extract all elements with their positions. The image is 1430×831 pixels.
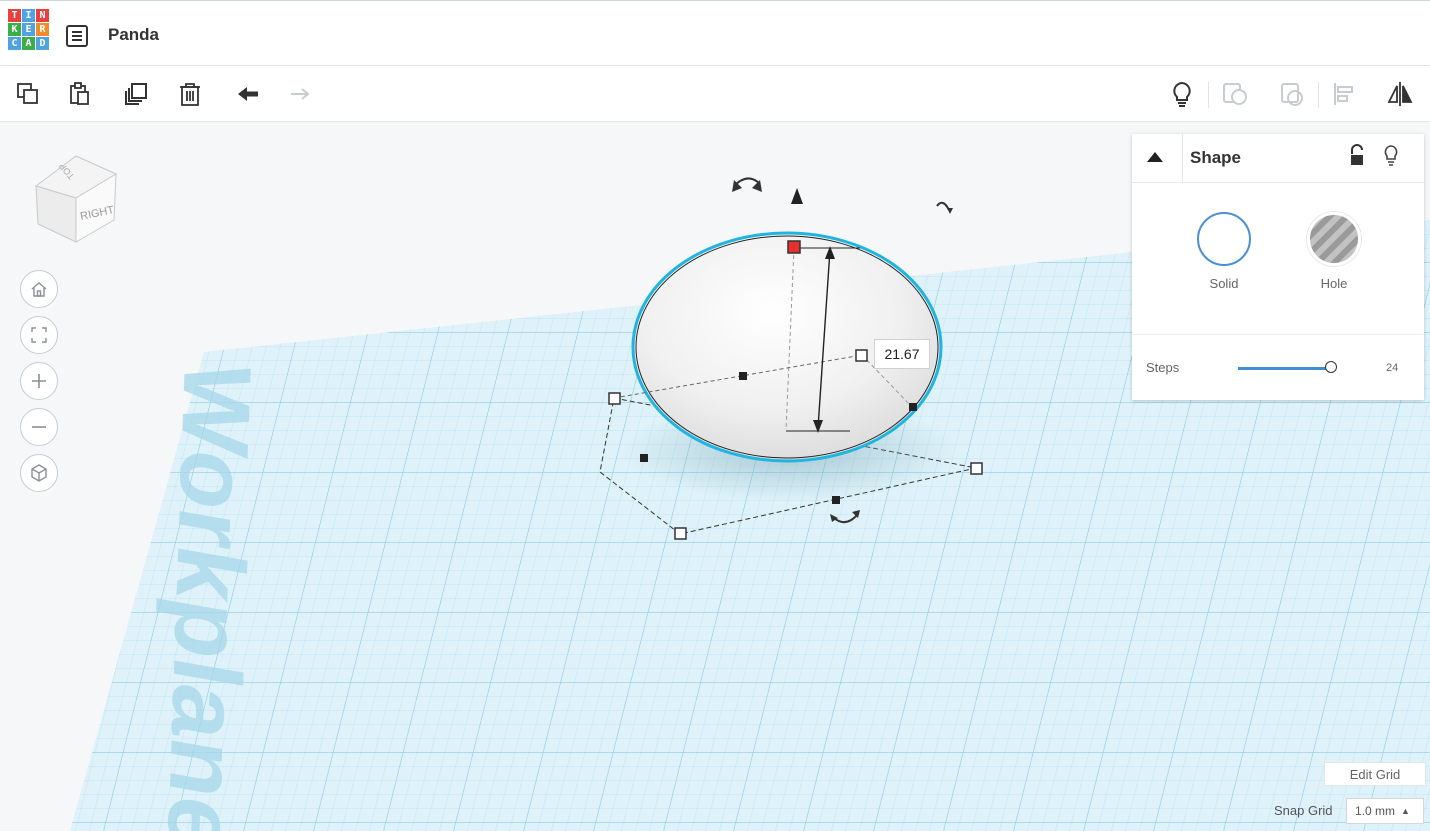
hole-option[interactable]: Hole <box>1304 212 1364 291</box>
toolbar-divider <box>1318 82 1319 108</box>
design-list-icon[interactable] <box>66 25 88 47</box>
zoom-out-icon[interactable] <box>20 408 58 446</box>
solid-label: Solid <box>1209 276 1239 291</box>
ungroup-icon[interactable] <box>1274 76 1310 112</box>
panel-header: Shape <box>1132 134 1424 183</box>
height-handle[interactable] <box>787 240 801 254</box>
toolbar <box>0 66 1430 122</box>
logo-letter: T <box>8 9 21 22</box>
edge-handle <box>640 454 648 462</box>
tinkercad-logo[interactable]: TIN KER CAD <box>8 9 49 50</box>
logo-letter: A <box>22 37 35 50</box>
corner-handle <box>608 392 621 405</box>
logo-letter: C <box>8 37 21 50</box>
fit-view-icon[interactable] <box>20 316 58 354</box>
lift-cone-icon <box>791 188 803 204</box>
view-cube[interactable]: TOP RIGHT <box>30 150 122 245</box>
undo-icon[interactable] <box>230 76 266 112</box>
group-icon[interactable] <box>1216 76 1252 112</box>
corner-handle <box>970 462 983 475</box>
logo-letter: R <box>36 23 49 36</box>
mirror-icon[interactable] <box>1382 76 1418 112</box>
snap-grid-value: 1.0 mm <box>1355 804 1396 818</box>
edge-handle <box>739 372 747 380</box>
hole-label: Hole <box>1320 276 1348 291</box>
perspective-icon[interactable] <box>20 454 58 492</box>
delete-icon[interactable] <box>172 76 208 112</box>
redo-icon[interactable] <box>282 76 318 112</box>
toolbar-divider <box>1208 82 1209 108</box>
logo-letter: D <box>36 37 49 50</box>
align-icon[interactable] <box>1326 76 1362 112</box>
collapse-arrow-icon[interactable] <box>1146 150 1164 164</box>
panel-divider <box>1132 334 1424 335</box>
shape-inspector-panel: Shape Solid Hole Steps 24 <box>1132 134 1424 400</box>
logo-letter: E <box>22 23 35 36</box>
snap-grid-label: Snap Grid <box>1274 803 1333 818</box>
home-view-icon[interactable] <box>20 270 58 308</box>
logo-letter: N <box>36 9 49 22</box>
chevron-up-icon: ▲ <box>1401 806 1410 816</box>
rotate-arrow-icon <box>936 201 950 211</box>
edit-grid-button[interactable]: Edit Grid <box>1324 762 1426 786</box>
unlock-icon[interactable] <box>1348 144 1366 168</box>
paste-icon[interactable] <box>62 76 98 112</box>
panel-title: Shape <box>1190 148 1242 167</box>
workplane-label: Workplane <box>147 353 270 831</box>
solid-swatch[interactable] <box>1197 212 1251 266</box>
solid-option[interactable]: Solid <box>1194 212 1254 291</box>
edge-handle <box>832 496 840 504</box>
steps-slider-thumb[interactable] <box>1325 361 1338 373</box>
show-all-icon[interactable] <box>1164 76 1200 112</box>
design-title[interactable]: Panda <box>108 25 159 45</box>
panel-header-divider <box>1182 134 1183 182</box>
duplicate-icon[interactable] <box>118 76 154 112</box>
copy-icon[interactable] <box>10 76 46 112</box>
corner-handle <box>674 527 687 540</box>
top-bar: TIN KER CAD Panda <box>0 0 1430 66</box>
edge-handle <box>909 403 917 411</box>
hole-swatch[interactable] <box>1307 212 1361 266</box>
height-dimension-label[interactable]: 21.67 <box>874 339 930 369</box>
corner-handle <box>855 349 868 362</box>
steps-value[interactable]: 24 <box>1386 362 1398 374</box>
snap-grid-select[interactable]: 1.0 mm ▲ <box>1346 798 1424 824</box>
zoom-in-icon[interactable] <box>20 362 58 400</box>
light-bulb-icon[interactable] <box>1382 144 1400 168</box>
steps-label: Steps <box>1146 360 1180 375</box>
logo-letter: K <box>8 23 21 36</box>
steps-slider-track[interactable] <box>1238 367 1330 370</box>
logo-letter: I <box>22 9 35 22</box>
